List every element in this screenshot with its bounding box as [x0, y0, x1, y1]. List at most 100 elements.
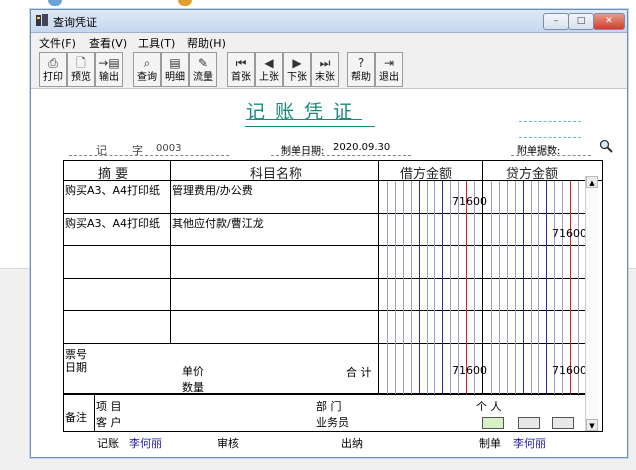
- row2-summary[interactable]: 购买A3、A4打印纸: [65, 215, 160, 231]
- close-button[interactable]: ✕: [593, 13, 625, 30]
- debit-digit-grid: [387, 181, 475, 394]
- detail-icon: ▤: [169, 56, 181, 70]
- flow-label: 流量: [193, 72, 213, 83]
- preview-icon: 🗋: [76, 56, 86, 70]
- next-button[interactable]: ▶ 下张: [283, 52, 311, 87]
- salesman-label: 业务员: [316, 416, 349, 429]
- print-label: 打印: [43, 72, 63, 83]
- help-icon: ?: [357, 56, 365, 70]
- row1-summary[interactable]: 购买A3、A4打印纸: [65, 182, 160, 198]
- header-rule: [69, 155, 229, 156]
- col-subject: 科目名称: [250, 167, 303, 182]
- decoration-line: [519, 137, 581, 138]
- row2-credit[interactable]: 71600: [552, 227, 587, 240]
- app-icon: [36, 14, 48, 26]
- detail-label: 明细: [165, 72, 185, 83]
- prev-button[interactable]: ◀ 上张: [255, 52, 283, 87]
- col-summary: 摘 要: [98, 167, 129, 182]
- detail-button[interactable]: ▤ 明细: [161, 52, 189, 87]
- total-debit: 71600: [452, 364, 487, 377]
- export-icon: →▤: [98, 56, 120, 70]
- customer-label: 客 户: [96, 416, 122, 429]
- col-debit: 借方金额: [400, 167, 453, 182]
- voucher-number: 0003: [156, 143, 182, 154]
- row2-subject[interactable]: 其他应付款/曹江龙: [172, 215, 264, 231]
- first-icon: ⏮: [235, 56, 247, 70]
- col-credit: 贷方金额: [506, 167, 559, 182]
- prev-label: 上张: [259, 72, 279, 83]
- maximize-button[interactable]: □: [568, 13, 594, 30]
- exit-icon: ⇥: [383, 56, 395, 70]
- project-label: 项 目: [96, 400, 122, 413]
- total-label: 合 计: [346, 366, 372, 379]
- tool-icon[interactable]: [552, 417, 574, 429]
- search-icon[interactable]: [599, 139, 613, 153]
- row1-debit[interactable]: 71600: [452, 195, 487, 208]
- vertical-scrollbar[interactable]: ▲ ▼: [585, 176, 598, 431]
- person-label: 个 人: [476, 400, 502, 413]
- export-label: 输出: [99, 72, 119, 83]
- scroll-down-arrow[interactable]: ▼: [586, 419, 598, 431]
- export-button[interactable]: →▤ 输出: [95, 52, 123, 87]
- note-icon[interactable]: [482, 417, 504, 429]
- quantity-label: 数量: [182, 381, 204, 394]
- sign-rule: [63, 431, 601, 432]
- card-icon[interactable]: [518, 417, 540, 429]
- next-label: 下张: [287, 72, 307, 83]
- preview-label: 预览: [71, 72, 91, 83]
- credit-digit-grid: [491, 181, 579, 394]
- query-label: 查询: [137, 72, 157, 83]
- scroll-up-arrow[interactable]: ▲: [586, 176, 598, 188]
- window-title: 查询凭证: [53, 16, 97, 29]
- cashier-label: 出纳: [341, 437, 363, 450]
- query-button[interactable]: ⌕ 查询: [133, 52, 161, 87]
- flow-button[interactable]: ✎ 流量: [189, 52, 217, 87]
- binoculars-icon: ⌕: [143, 56, 151, 70]
- review-label: 审核: [217, 437, 239, 450]
- unit-price-label: 单价: [182, 365, 204, 378]
- voucher-area: 记账凭证 记 字 0003 制单日期: 2020.09.30 附单据数: 摘 要…: [31, 89, 627, 457]
- prev-icon: ◀: [264, 56, 274, 70]
- last-label: 末张: [315, 72, 335, 83]
- row1-subject[interactable]: 管理费用/办公费: [172, 182, 253, 198]
- exit-label: 退出: [379, 72, 399, 83]
- remark-label: 备注: [65, 411, 87, 424]
- query-voucher-window: 查询凭证 – □ ✕ 文件(F) 查看(V) 工具(T) 帮助(H) ⎙ 打印 …: [30, 9, 628, 458]
- preview-button[interactable]: 🗋 预览: [67, 52, 95, 87]
- print-button[interactable]: ⎙ 打印: [39, 52, 67, 87]
- voucher-grid: 摘 要 科目名称 借方金额 贷方金额 购买A3、A4打印纸 管理费用/办公费 7…: [63, 160, 603, 432]
- decoration-line: [519, 121, 581, 122]
- first-label: 首张: [231, 72, 251, 83]
- last-icon: ⏭: [319, 56, 331, 70]
- minimize-button[interactable]: –: [543, 13, 569, 30]
- menu-help[interactable]: 帮助(H): [187, 35, 226, 51]
- exit-button[interactable]: ⇥ 退出: [375, 52, 403, 87]
- voucher-title: 记账凭证: [246, 101, 363, 123]
- toolbar: ⎙ 打印 🗋 预览 →▤ 输出 ⌕ 查询 ▤ 明细 ✎ 流量 ⏮ 首张 ◀ 上张…: [31, 50, 627, 89]
- title-underline: [245, 126, 375, 127]
- bookkeeper-name: 李何丽: [129, 437, 162, 450]
- dept-label: 部 门: [316, 400, 342, 413]
- menu-view[interactable]: 查看(V): [89, 35, 127, 51]
- help-button[interactable]: ? 帮助: [347, 52, 375, 87]
- flow-icon: ✎: [197, 56, 209, 70]
- menu-tools[interactable]: 工具(T): [138, 35, 175, 51]
- menu-bar: 文件(F) 查看(V) 工具(T) 帮助(H): [31, 33, 627, 50]
- help-label: 帮助: [351, 72, 371, 83]
- maker-label: 制单: [479, 437, 501, 450]
- taskbar-icon: [48, 0, 62, 6]
- ticket-date-label: 日期: [65, 361, 87, 374]
- bookkeeper-label: 记账: [97, 437, 119, 450]
- header-rule: [511, 155, 591, 156]
- first-button[interactable]: ⏮ 首张: [227, 52, 255, 87]
- maker-name: 李何丽: [513, 437, 546, 450]
- voucher-date: 2020.09.30: [333, 142, 391, 153]
- menu-file[interactable]: 文件(F): [39, 35, 76, 51]
- total-credit: 71600: [552, 364, 587, 377]
- taskbar-icon: [178, 0, 192, 6]
- title-bar: 查询凭证 – □ ✕: [31, 10, 627, 33]
- last-button[interactable]: ⏭ 末张: [311, 52, 339, 87]
- printer-icon: ⎙: [48, 56, 58, 70]
- header-rule: [271, 155, 411, 156]
- next-icon: ▶: [292, 56, 302, 70]
